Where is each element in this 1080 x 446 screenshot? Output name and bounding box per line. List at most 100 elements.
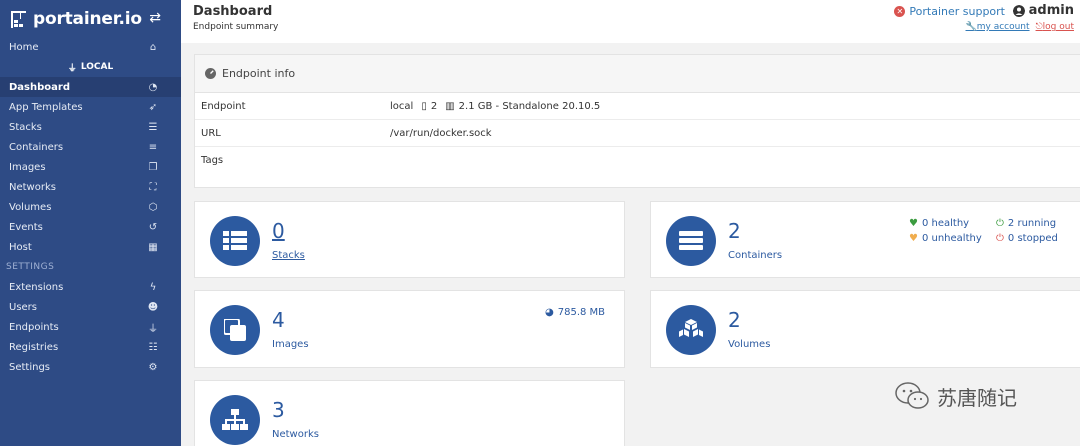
endpoint-info-header: Endpoint info <box>195 55 1080 93</box>
close-circle-icon: ✕ <box>894 6 906 17</box>
portainer-logo[interactable]: portainer.io <box>8 8 142 30</box>
user-circle-icon <box>1012 4 1025 17</box>
stacks-tile[interactable]: 0 Stacks <box>194 201 625 278</box>
sidebar-item-label: Volumes <box>9 201 52 213</box>
page-header: Dashboard Endpoint summary ✕ Portainer s… <box>181 0 1080 43</box>
endpoint-name: local <box>390 100 414 112</box>
stacks-label[interactable]: Stacks <box>272 250 305 261</box>
volumes-tile[interactable]: 2 Volumes <box>650 290 1080 368</box>
containers-label: Containers <box>728 250 783 261</box>
containers-count: 2 <box>728 219 741 243</box>
page-subtitle: Endpoint summary <box>193 22 279 32</box>
stacks-count[interactable]: 0 <box>272 219 285 243</box>
th-list-icon: ☰ <box>148 121 158 133</box>
sidebar-item-volumes[interactable]: Volumes ⬡ <box>0 197 181 217</box>
user-menu[interactable]: admin <box>1012 3 1074 18</box>
stopped-stat: ⏻ 0 stopped <box>996 233 1058 244</box>
brand: portainer.io ⇄ <box>0 0 181 37</box>
sidebar-item-label: Containers <box>9 141 64 153</box>
support-label: Portainer support <box>909 5 1005 18</box>
endpoint-section-label: LOCAL <box>80 62 114 72</box>
microchip-icon: ▯ <box>421 100 427 112</box>
images-tile[interactable]: 4 Images ◕ 785.8 MB <box>194 290 625 368</box>
plug-icon: ⏚ <box>67 63 77 74</box>
networks-label: Networks <box>272 429 319 440</box>
sidebar-item-app-templates[interactable]: App Templates ➶ <box>0 97 181 117</box>
cubes-icon <box>666 305 716 355</box>
sidebar-item-label: Dashboard <box>9 81 70 93</box>
sitemap-icon <box>210 395 260 445</box>
watermark: 苏唐随记 <box>895 381 1017 411</box>
images-count: 4 <box>272 308 285 332</box>
my-account-link[interactable]: 🔧my account <box>966 22 1030 32</box>
cubes-icon: ⬡ <box>148 201 158 213</box>
heartbeat-icon: ♥ <box>909 218 918 229</box>
users-icon: ☻ <box>147 301 159 313</box>
endpoint-info-title: Endpoint info <box>222 67 296 80</box>
endpoint-value: local ▯ 2 ▥ 2.1 GB - Standalone 20.10.5 <box>390 101 600 112</box>
clone-icon <box>210 305 260 355</box>
server-icon <box>666 216 716 266</box>
sidebar-item-label: Extensions <box>9 281 64 293</box>
plug-icon: ⏚ <box>148 323 158 335</box>
sidebar-item-events[interactable]: Events ↺ <box>0 217 181 237</box>
sidebar-item-users[interactable]: Users ☻ <box>0 297 181 317</box>
brand-name: portainer.io <box>33 8 142 29</box>
networks-tile[interactable]: 3 Networks <box>194 380 625 446</box>
sidebar-item-images[interactable]: Images ❐ <box>0 157 181 177</box>
server-icon: ≡ <box>148 141 158 153</box>
watermark-text: 苏唐随记 <box>937 385 1017 410</box>
sidebar-item-host[interactable]: Host ▦ <box>0 237 181 257</box>
endpoint-section: ⏚ LOCAL <box>0 57 181 77</box>
sidebar-item-label: Endpoints <box>9 321 59 333</box>
volumes-count: 2 <box>728 308 741 332</box>
sidebar-item-registries[interactable]: Registries ☷ <box>0 337 181 357</box>
database-icon: ☷ <box>148 341 158 353</box>
healthy-stat: ♥ 0 healthy <box>909 218 970 229</box>
portainer-support-link[interactable]: ✕ Portainer support <box>894 5 1005 18</box>
log-out-link[interactable]: ⎋log out <box>1036 22 1074 32</box>
sidebar: portainer.io ⇄ Home ⌂ ⏚ LOCAL Dashboard … <box>0 0 181 446</box>
sidebar-item-label: Settings <box>9 361 51 373</box>
volumes-label: Volumes <box>728 339 771 350</box>
sidebar-item-label: Users <box>9 301 38 313</box>
sidebar-item-label: Host <box>9 241 32 253</box>
pie-chart-icon: ◕ <box>545 307 554 318</box>
running-stat: ⏻ 2 running <box>996 218 1057 229</box>
containers-tile[interactable]: 2 Containers ♥ 0 healthy ⏻ 2 running ♥ 0… <box>650 201 1080 278</box>
sidebar-item-label: Registries <box>9 341 59 353</box>
sidebar-item-dashboard[interactable]: Dashboard ◔ <box>0 77 181 97</box>
sidebar-item-home[interactable]: Home ⌂ <box>0 37 181 57</box>
th-list-icon <box>210 216 260 266</box>
history-icon: ↺ <box>148 221 158 233</box>
sidebar-item-label: App Templates <box>9 101 83 113</box>
sidebar-item-endpoints[interactable]: Endpoints ⏚ <box>0 317 181 337</box>
sitemap-icon: ⛶ <box>149 181 157 193</box>
sidebar-item-label: Images <box>9 161 46 173</box>
url-value: /var/run/docker.sock <box>390 127 492 139</box>
networks-count: 3 <box>272 398 285 422</box>
images-label: Images <box>272 339 309 350</box>
sidebar-item-settings[interactable]: Settings ⚙ <box>0 357 181 377</box>
endpoint-row: Endpoint local ▯ 2 ▥ 2.1 GB - Standalone… <box>195 93 1080 120</box>
sidebar-toggle-icon[interactable]: ⇄ <box>149 10 161 26</box>
sidebar-item-label: Stacks <box>9 121 42 133</box>
power-off-icon: ⏻ <box>996 218 1004 229</box>
power-off-icon: ⏻ <box>996 233 1004 244</box>
sidebar-item-extensions[interactable]: Extensions ϟ <box>0 277 181 297</box>
tags-label: Tags <box>201 155 224 166</box>
sidebar-item-stacks[interactable]: Stacks ☰ <box>0 117 181 137</box>
url-label: URL <box>201 127 221 139</box>
images-size: ◕ 785.8 MB <box>545 307 606 318</box>
cpu-count: 2 <box>430 100 438 112</box>
endpoint-label: Endpoint <box>201 100 246 112</box>
sidebar-item-networks[interactable]: Networks ⛶ <box>0 177 181 197</box>
page-title: Dashboard <box>193 4 273 19</box>
clone-icon: ❐ <box>148 161 158 173</box>
sidebar-item-containers[interactable]: Containers ≡ <box>0 137 181 157</box>
endpoint-info-widget: Endpoint info Endpoint local ▯ 2 ▥ 2.1 G… <box>194 54 1080 188</box>
memory-info: 2.1 GB - Standalone 20.10.5 <box>458 100 601 112</box>
sidebar-item-label: Networks <box>9 181 56 193</box>
username: admin <box>1028 3 1074 18</box>
sidebar-item-label: Events <box>9 221 43 233</box>
